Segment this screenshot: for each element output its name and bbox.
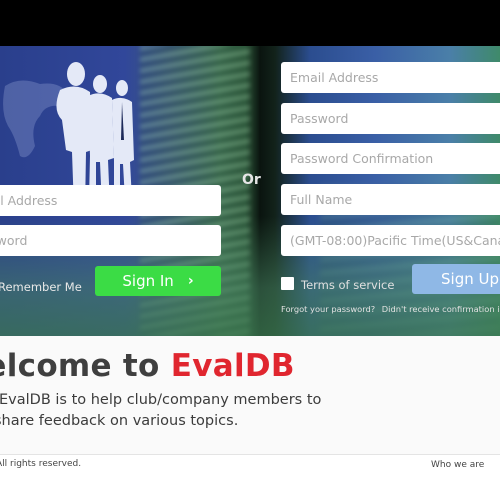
- signup-password-input[interactable]: [281, 103, 500, 134]
- or-divider: Or: [242, 172, 261, 188]
- welcome-heading-prefix: Welcome to: [0, 348, 160, 384]
- terms-of-service-label[interactable]: Terms of service: [301, 278, 394, 292]
- signup-fullname-input[interactable]: [281, 184, 500, 215]
- sign-in-button[interactable]: Sign In ›: [95, 266, 221, 296]
- terms-checkbox[interactable]: [281, 277, 294, 290]
- welcome-description-line2: share feedback on various topics.: [0, 413, 239, 429]
- timezone-select[interactable]: (GMT-08:00)Pacific Time(US&Canada): [281, 225, 500, 256]
- brand-name: EvalDB: [170, 348, 295, 384]
- hero-section: Remember Me Sign In › Or (GMT-08:00)Paci…: [0, 46, 500, 336]
- footer-links: Who we are Privacy: [431, 460, 500, 470]
- signup-email-input[interactable]: [281, 62, 500, 93]
- signin-password-input[interactable]: [0, 225, 221, 256]
- help-links: Forgot your password? Didn't receive con…: [281, 304, 500, 314]
- copyright-text: All rights reserved.: [0, 459, 82, 469]
- remember-me-label[interactable]: Remember Me: [0, 280, 82, 294]
- signup-password-confirm-input[interactable]: [281, 143, 500, 174]
- footer-link-who-we-are[interactable]: Who we are: [431, 460, 484, 470]
- confirmation-instructions-link[interactable]: Didn't receive confirmation instructions…: [382, 304, 500, 314]
- signin-email-input[interactable]: [0, 185, 221, 216]
- sign-up-button[interactable]: Sign Up: [412, 264, 500, 294]
- forgot-password-link[interactable]: Forgot your password?: [281, 304, 375, 314]
- chevron-right-icon: ›: [187, 273, 194, 289]
- welcome-section: Welcome to EvalDB EvalDB is to help club…: [0, 336, 500, 454]
- welcome-description-line1: EvalDB is to help club/company members t…: [0, 392, 322, 408]
- sign-in-button-label: Sign In: [122, 272, 174, 290]
- welcome-heading: Welcome to EvalDB: [0, 348, 295, 384]
- footer: All rights reserved. Who we are Privacy: [0, 454, 500, 500]
- top-bar: [0, 0, 500, 46]
